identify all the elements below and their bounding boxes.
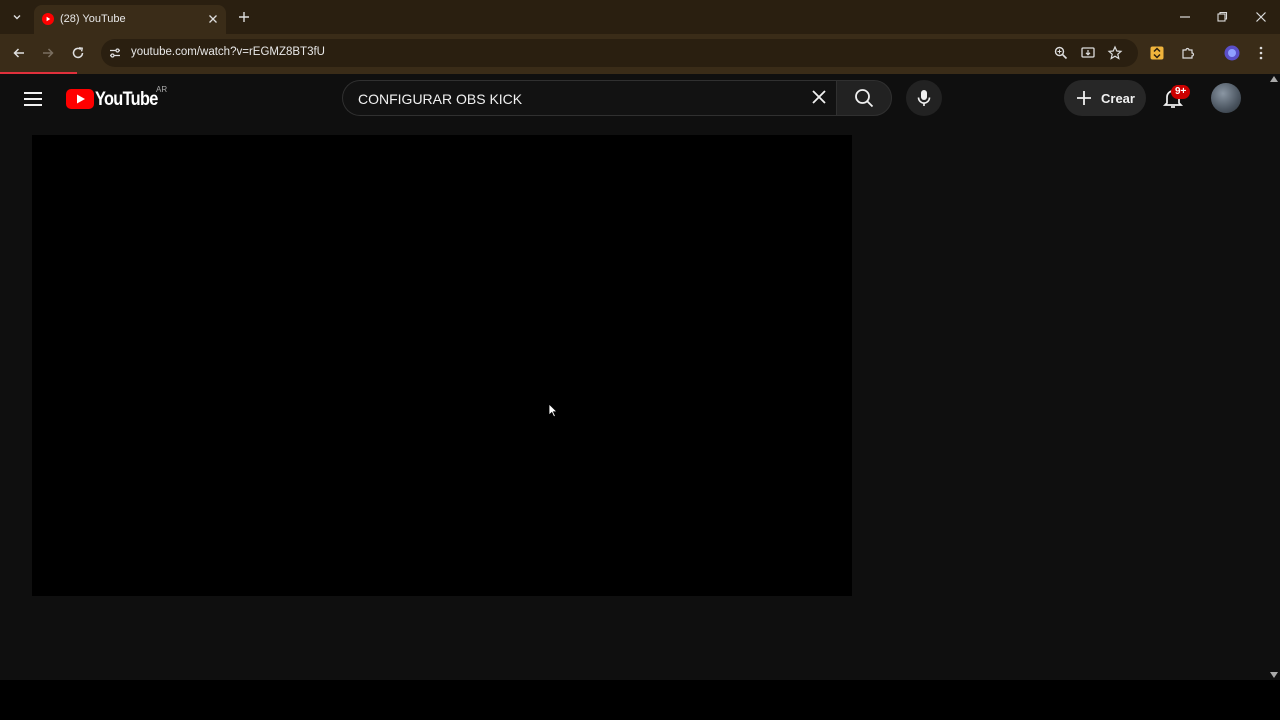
create-button[interactable]: Crear [1064,80,1146,116]
bottom-black-strip [0,680,1280,720]
plus-icon [1077,91,1091,105]
page-scrollbar[interactable] [1268,74,1280,680]
youtube-logo-text: YouTube [95,89,158,110]
youtube-play-logo-icon [66,89,94,109]
window-close-icon[interactable] [1253,9,1269,25]
address-bar[interactable]: youtube.com/watch?v=rEGMZ8BT3fU [101,39,1138,67]
scroll-up-arrow-icon[interactable] [1270,76,1278,82]
install-app-icon[interactable] [1080,45,1096,61]
youtube-logo[interactable]: YouTube AR [66,85,168,110]
browser-menu-icon[interactable] [1253,45,1269,61]
create-button-label: Crear [1101,91,1135,106]
youtube-watch-page: YouTube AR CONFIGURAR OBS KICK Crear 9+ [0,74,1268,680]
new-tab-plus-icon[interactable] [236,9,252,25]
profile-icon[interactable] [1224,45,1240,61]
mouse-cursor-icon [548,403,558,418]
restore-icon[interactable] [1214,9,1230,25]
video-player[interactable] [32,135,852,596]
tab-search-button[interactable] [6,6,28,28]
tab-title: (28) YouTube [60,13,126,25]
site-info-tune-icon[interactable] [108,46,122,60]
hamburger-menu-icon[interactable] [21,87,45,111]
browser-tab-active[interactable]: (28) YouTube [34,5,226,34]
extensions-puzzle-icon[interactable] [1180,45,1196,61]
voice-search-button[interactable] [906,80,942,116]
bookmark-star-icon[interactable] [1107,45,1123,61]
microphone-icon [917,90,931,106]
browser-toolbar: youtube.com/watch?v=rEGMZ8BT3fU [0,34,1280,72]
scroll-down-arrow-icon[interactable] [1270,672,1278,678]
account-avatar[interactable] [1211,83,1241,113]
close-icon[interactable] [206,12,220,26]
reload-icon[interactable] [70,45,86,61]
notification-count-badge: 9+ [1171,85,1191,99]
search-icon [855,89,874,108]
search-query-text: CONFIGURAR OBS KICK [358,91,523,107]
extension-icon[interactable] [1149,45,1165,61]
zoom-icon[interactable] [1053,45,1069,61]
youtube-favicon-icon [42,13,54,25]
search-button[interactable] [836,80,892,116]
country-code: AR [156,85,168,94]
chevron-down-icon [13,15,21,20]
url-text: youtube.com/watch?v=rEGMZ8BT3fU [131,46,325,58]
search-input[interactable]: CONFIGURAR OBS KICK [342,80,836,116]
minimize-icon[interactable] [1177,9,1193,25]
back-arrow-icon[interactable] [11,45,27,61]
clear-search-icon[interactable] [808,86,830,108]
tab-strip: (28) YouTube [0,0,1280,34]
forward-arrow-icon[interactable] [40,45,56,61]
